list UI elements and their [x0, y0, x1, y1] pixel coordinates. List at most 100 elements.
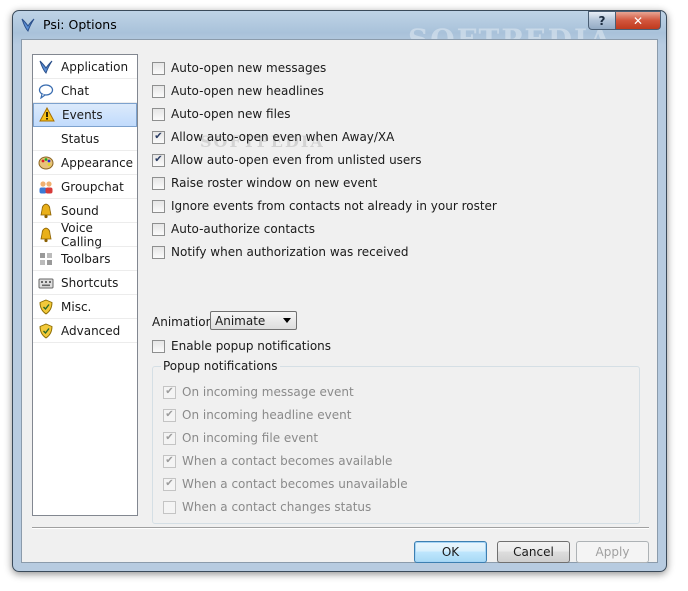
- psi-app-icon: [19, 16, 37, 34]
- checkbox-label: Auto-open new headlines: [171, 84, 324, 98]
- option-checkbox[interactable]: ✔ On incoming headline event: [163, 407, 351, 423]
- close-button[interactable]: ✕: [615, 11, 661, 30]
- events-panel: Auto-open new messages Auto-open new head…: [152, 60, 652, 524]
- option-checkbox[interactable]: ✔ Allow auto-open even when Away/XA: [152, 129, 394, 145]
- enable-popup-checkbox[interactable]: Enable popup notifications: [152, 338, 331, 354]
- checkbox-label: On incoming file event: [182, 431, 319, 445]
- checkbox-label: Allow auto-open even from unlisted users: [171, 153, 422, 167]
- sidebar-item-status[interactable]: Status: [33, 127, 137, 151]
- checkbox-icon: [152, 245, 165, 259]
- checkbox-icon: [152, 61, 165, 75]
- sidebar-item-label: Appearance: [61, 155, 134, 170]
- ok-button[interactable]: OK: [414, 541, 487, 563]
- sidebar-item-label: Application: [61, 59, 129, 74]
- help-button[interactable]: ?: [588, 11, 616, 30]
- checkbox-label: Auto-open new messages: [171, 61, 327, 75]
- status-icon: [37, 130, 55, 148]
- sidebar-item-label: Voice Calling: [61, 220, 102, 249]
- option-checkbox[interactable]: ✔ When a contact becomes unavailable: [163, 476, 408, 492]
- sidebar-item-label: Shortcuts: [61, 275, 119, 290]
- checkbox-icon: [152, 199, 165, 213]
- warning-icon: [38, 106, 56, 124]
- option-checkbox[interactable]: Raise roster window on new event: [152, 175, 377, 191]
- title-bar[interactable]: Psi: Options SOFTPEDIA ? ✕: [13, 11, 666, 56]
- popup-notifications-group: Popup notifications ✔ On incoming message…: [152, 359, 640, 524]
- checkbox-label: On incoming headline event: [182, 408, 352, 422]
- checkbox-label: When a contact becomes available: [182, 454, 393, 468]
- shield-icon: [37, 322, 55, 340]
- sidebar-item-appearance[interactable]: Appearance: [33, 151, 137, 175]
- checkbox-icon: [152, 84, 165, 98]
- checkbox-checked-icon: ✔: [152, 130, 165, 144]
- checkbox-label: Enable popup notifications: [171, 339, 332, 353]
- sidebar-item-groupchat[interactable]: Groupchat: [33, 175, 137, 199]
- window-title: Psi: Options: [43, 17, 117, 32]
- options-window: Psi: Options SOFTPEDIA ? ✕ Application Ch…: [12, 10, 667, 572]
- checkbox-label: When a contact changes status: [182, 500, 372, 514]
- checkbox-checked-icon: ✔: [163, 431, 176, 445]
- animation-label: Animation:: [152, 315, 218, 329]
- sidebar-item-misc[interactable]: Misc.: [33, 295, 137, 319]
- toolbars-icon: [37, 250, 55, 268]
- checkbox-label: On incoming message event: [182, 385, 354, 399]
- option-checkbox[interactable]: ✔ When a contact becomes available: [163, 453, 392, 469]
- options-sidebar[interactable]: Application Chat Events Status Appearance Gro…: [32, 54, 138, 516]
- sidebar-item-label: Misc.: [61, 299, 92, 314]
- checkbox-checked-icon: ✔: [163, 408, 176, 422]
- checkbox-label: Auto-open new files: [171, 107, 291, 121]
- sidebar-item-label: Events: [62, 108, 103, 122]
- sidebar-item-label: Status: [61, 131, 100, 146]
- sidebar-item-events[interactable]: Events: [33, 103, 137, 127]
- psi-feather-icon: [37, 58, 55, 76]
- checkbox-label: Notify when authorization was received: [171, 245, 409, 259]
- sidebar-item-label: Sound: [61, 203, 99, 218]
- cancel-button[interactable]: Cancel: [497, 541, 570, 563]
- checkbox-label: Raise roster window on new event: [171, 176, 378, 190]
- checkbox-label: Allow auto-open even when Away/XA: [171, 130, 395, 144]
- checkbox-icon: [163, 500, 176, 514]
- checkbox-icon: [152, 339, 165, 353]
- sidebar-item-shortcuts[interactable]: Shortcuts: [33, 271, 137, 295]
- animation-select-value: Animate: [215, 313, 266, 328]
- animation-select[interactable]: Animate: [210, 311, 297, 330]
- palette-icon: [37, 154, 55, 172]
- apply-button[interactable]: Apply: [576, 541, 649, 563]
- keyboard-icon: [37, 274, 55, 292]
- option-checkbox[interactable]: When a contact changes status: [163, 499, 371, 515]
- sidebar-item-sound[interactable]: Sound: [33, 199, 137, 223]
- option-checkbox[interactable]: Ignore events from contacts not already …: [152, 198, 497, 214]
- sidebar-item-label: Toolbars: [61, 251, 111, 266]
- checkbox-label: Auto-authorize contacts: [171, 222, 315, 236]
- option-checkbox[interactable]: Auto-open new headlines: [152, 83, 324, 99]
- option-checkbox[interactable]: Auto-open new files: [152, 106, 291, 122]
- sidebar-item-toolbars[interactable]: Toolbars: [33, 247, 137, 271]
- bell-icon: [37, 202, 55, 220]
- sidebar-item-label: Groupchat: [61, 179, 124, 194]
- checkbox-checked-icon: ✔: [152, 153, 165, 167]
- option-checkbox[interactable]: ✔ Allow auto-open even from unlisted user…: [152, 152, 422, 168]
- checkbox-icon: [152, 107, 165, 121]
- checkbox-checked-icon: ✔: [163, 454, 176, 468]
- option-checkbox[interactable]: ✔ On incoming message event: [163, 384, 354, 400]
- shield-icon: [37, 298, 55, 316]
- groupchat-icon: [37, 178, 55, 196]
- option-checkbox[interactable]: Auto-open new messages: [152, 60, 326, 76]
- chevron-down-icon: [283, 318, 291, 323]
- sidebar-item-application[interactable]: Application: [33, 55, 137, 79]
- option-checkbox[interactable]: ✔ On incoming file event: [163, 430, 318, 446]
- checkbox-label: When a contact becomes unavailable: [182, 477, 408, 491]
- chat-bubble-icon: [37, 82, 55, 100]
- sidebar-item-voice-calling[interactable]: Voice Calling: [33, 220, 137, 249]
- sidebar-item-advanced[interactable]: Advanced: [33, 319, 137, 343]
- checkbox-checked-icon: ✔: [163, 385, 176, 399]
- sidebar-item-label: Chat: [61, 83, 90, 98]
- checkbox-icon: [152, 176, 165, 190]
- option-checkbox[interactable]: Notify when authorization was received: [152, 244, 409, 260]
- option-checkbox[interactable]: Auto-authorize contacts: [152, 221, 315, 237]
- sidebar-item-chat[interactable]: Chat: [33, 79, 137, 103]
- checkbox-icon: [152, 222, 165, 236]
- dialog-body: Application Chat Events Status Appearance Gro…: [21, 39, 658, 563]
- group-title: Popup notifications: [161, 359, 280, 373]
- divider: [32, 527, 649, 529]
- sidebar-item-label: Advanced: [61, 323, 121, 338]
